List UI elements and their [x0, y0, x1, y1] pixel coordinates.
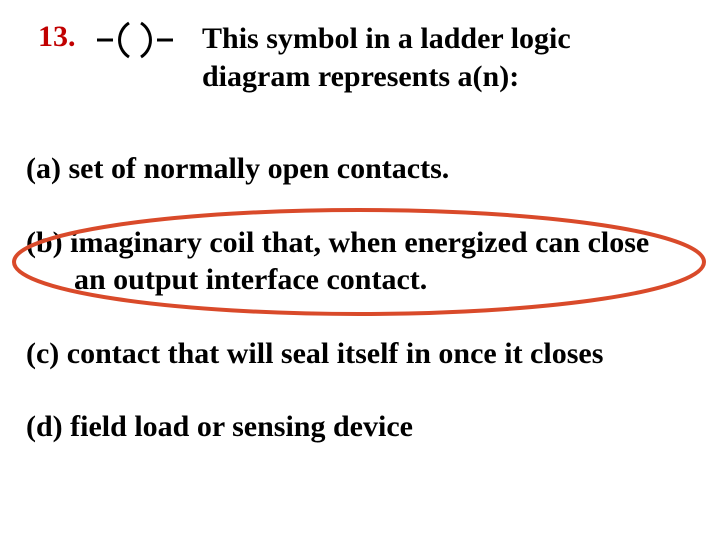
- slide: 13. This symbol in a ladder logic diagra…: [0, 0, 720, 540]
- option-c: (c) contact that will seal itself in onc…: [26, 335, 696, 373]
- option-b: (b) imaginary coil that, when energized …: [26, 224, 696, 299]
- option-d: (d) field load or sensing device: [26, 408, 696, 446]
- option-b-line1: (b) imaginary coil that, when energized …: [26, 226, 649, 259]
- answer-highlight-ellipse-icon: [6, 202, 712, 322]
- coil-symbol-icon: [95, 15, 175, 65]
- option-b-line2: an output interface contact.: [74, 263, 427, 296]
- question-stem: This symbol in a ladder logic diagram re…: [202, 20, 682, 95]
- option-a: (a) set of normally open contacts.: [26, 150, 696, 188]
- question-number: 13.: [38, 20, 76, 54]
- answer-options: (a) set of normally open contacts. (b) i…: [26, 150, 696, 482]
